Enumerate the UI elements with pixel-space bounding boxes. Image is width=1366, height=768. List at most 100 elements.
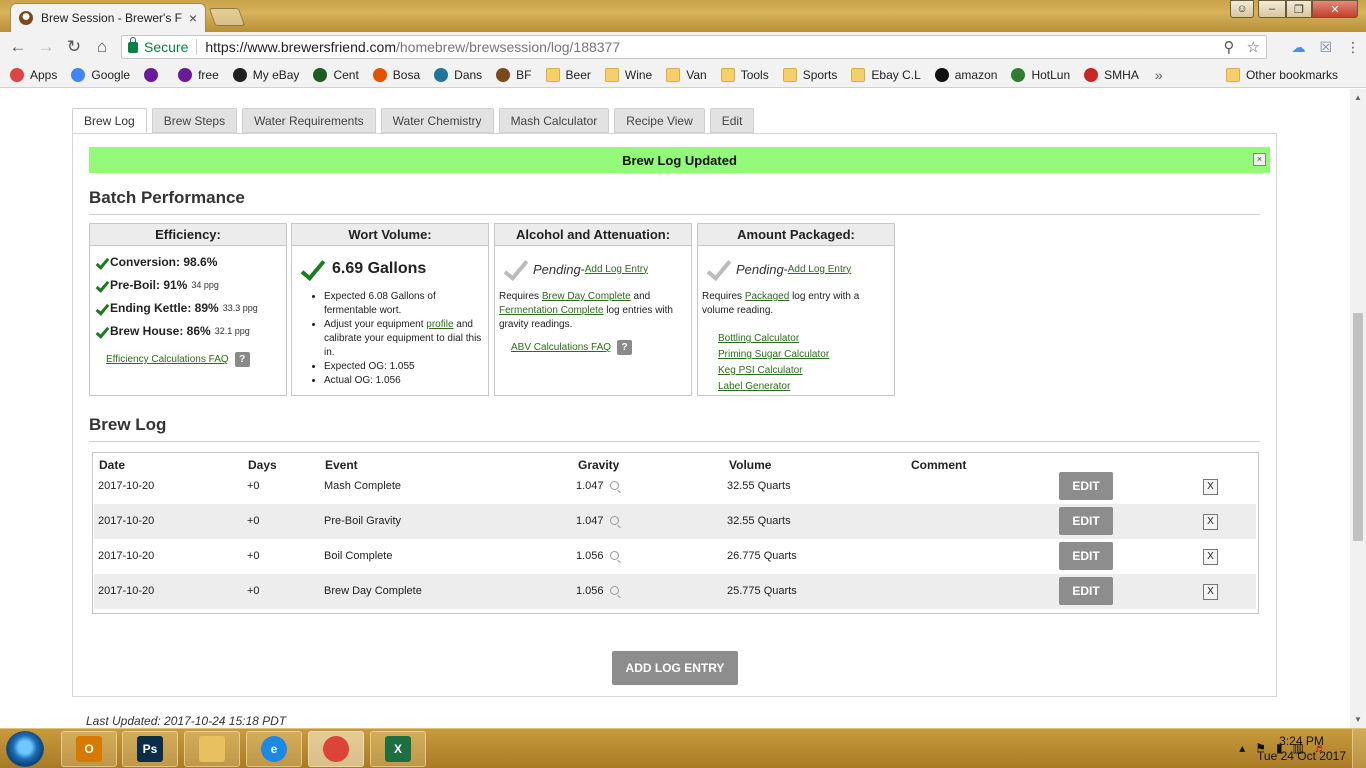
efficiency-value: Brew House: 86%	[110, 324, 211, 338]
bookmark-apps[interactable]: Apps	[10, 67, 57, 82]
bookmark-van[interactable]: Van	[666, 67, 707, 82]
edit-button[interactable]: EDIT	[1059, 472, 1113, 500]
bookmark-my-ebay[interactable]: My eBay	[232, 67, 300, 82]
edit-button[interactable]: EDIT	[1059, 507, 1113, 535]
bookmarks-overflow-icon[interactable]: »	[1155, 67, 1163, 83]
edit-button[interactable]: EDIT	[1059, 542, 1113, 570]
forward-icon[interactable]: →	[32, 33, 60, 61]
equipment-profile-link[interactable]: profile	[426, 319, 453, 330]
folder-icon	[545, 67, 560, 82]
close-tab-icon[interactable]: ×	[189, 10, 197, 26]
taskbar-explorer[interactable]	[184, 731, 240, 767]
scroll-up-icon[interactable]: ▲	[1354, 93, 1362, 102]
new-tab-button[interactable]	[208, 8, 246, 26]
extension-icon[interactable]: ☒	[1319, 39, 1332, 56]
menu-icon[interactable]: ⋮	[1346, 39, 1360, 56]
keg-psi-calculator-link[interactable]: Keg PSI Calculator	[718, 365, 803, 376]
bottling-calculator-link[interactable]: Bottling Calculator	[718, 333, 799, 344]
label-generator-link[interactable]: Label Generator	[718, 381, 790, 392]
address-bar[interactable]: Secure https://www.brewersfriend.com/hom…	[121, 35, 1267, 59]
reload-icon[interactable]: ↻	[60, 33, 88, 61]
page-scrollbar[interactable]: ▲ ▼	[1350, 89, 1366, 728]
bookmark-smha[interactable]: SMHA	[1084, 67, 1139, 82]
add-log-entry-link[interactable]: Add Log Entry	[788, 264, 851, 275]
delete-button[interactable]: X	[1203, 479, 1218, 495]
tab-water-chemistry[interactable]: Water Chemistry	[380, 108, 494, 133]
magnify-icon[interactable]	[610, 481, 619, 490]
bookmark-icon-2[interactable]	[144, 67, 164, 82]
home-icon[interactable]: ⌂	[88, 33, 116, 61]
other-bookmarks[interactable]: Other bookmarks	[1225, 67, 1338, 82]
taskbar-outlook[interactable]: O	[61, 731, 117, 767]
bookmark-wine[interactable]: Wine	[604, 67, 652, 82]
amazon-icon	[934, 67, 949, 82]
bookmark-label: My eBay	[252, 67, 300, 82]
bookmark-label: Beer	[565, 67, 591, 82]
magnify-icon[interactable]	[610, 586, 619, 595]
page-content: Brew Log Brew Steps Water Requirements Wate…	[0, 89, 1350, 728]
taskbar-clock[interactable]: 3:24 PM Tue 24 Oct 2017	[1257, 734, 1346, 764]
show-desktop-button[interactable]	[1352, 729, 1366, 768]
bookmark-google[interactable]: Google	[71, 67, 130, 82]
bookmark-star-icon[interactable]: ☆	[1247, 38, 1260, 56]
bookmark-amazon[interactable]: amazon	[934, 67, 997, 82]
delete-button[interactable]: X	[1203, 549, 1218, 565]
priming-sugar-calculator-link[interactable]: Priming Sugar Calculator	[718, 349, 829, 360]
maximize-button[interactable]: ❐	[1286, 0, 1312, 18]
tab-brew-steps[interactable]: Brew Steps	[151, 108, 238, 133]
minimize-button[interactable]: –	[1258, 0, 1286, 18]
taskbar-photoshop[interactable]: Ps	[122, 731, 178, 767]
zoom-icon[interactable]: ⚲	[1224, 38, 1235, 56]
tab-mash-calculator[interactable]: Mash Calculator	[498, 108, 610, 133]
hl-icon	[1011, 67, 1026, 82]
help-icon[interactable]: ?	[617, 340, 633, 355]
bookmark-bosa[interactable]: Bosa	[372, 67, 420, 82]
bookmark-dans[interactable]: Dans	[434, 67, 482, 82]
cell-volume: 26.775 Quarts	[727, 550, 797, 562]
add-log-entry-link[interactable]: Add Log Entry	[585, 264, 648, 275]
bookmark-sports[interactable]: Sports	[782, 67, 837, 82]
delete-button[interactable]: X	[1203, 514, 1218, 530]
efficiency-faq-link[interactable]: Efficiency Calculations FAQ	[106, 354, 229, 365]
efficiency-card-title: Efficiency:	[90, 224, 286, 246]
magnify-icon[interactable]	[610, 516, 619, 525]
start-button[interactable]	[6, 731, 44, 767]
edit-button[interactable]: EDIT	[1059, 577, 1113, 605]
profile-icon[interactable]: ☺	[1230, 0, 1254, 18]
fermentation-complete-link[interactable]: Fermentation Complete	[499, 305, 604, 316]
bookmark-tools[interactable]: Tools	[720, 67, 769, 82]
bookmark-label: HotLun	[1031, 67, 1071, 82]
back-icon[interactable]: ←	[4, 33, 32, 61]
brew-day-complete-link[interactable]: Brew Day Complete	[542, 291, 631, 302]
bookmark-beer[interactable]: Beer	[545, 67, 591, 82]
taskbar-excel[interactable]: X	[370, 731, 426, 767]
tab-brew-log[interactable]: Brew Log	[72, 108, 147, 133]
tab-water-requirements[interactable]: Water Requirements	[242, 108, 376, 133]
bookmark-hotlun[interactable]: HotLun	[1011, 67, 1071, 82]
abv-faq-link[interactable]: ABV Calculations FAQ	[511, 342, 611, 353]
packaged-link[interactable]: Packaged	[745, 291, 789, 302]
tab-recipe-view[interactable]: Recipe View	[614, 108, 705, 133]
bookmark-free[interactable]: free	[178, 67, 219, 82]
brew-session-tabs: Brew Log Brew Steps Water Requirements Wate…	[72, 108, 755, 133]
cell-volume: 25.775 Quarts	[727, 585, 797, 597]
scroll-down-icon[interactable]: ▼	[1354, 715, 1362, 724]
bookmark-ebay-c-l[interactable]: Ebay C.L	[851, 67, 921, 82]
help-icon[interactable]: ?	[234, 352, 250, 367]
delete-button[interactable]: X	[1203, 584, 1218, 600]
taskbar-internet-explorer[interactable]: e	[246, 731, 302, 767]
browser-tab[interactable]: Brew Session - Brewer's F ×	[10, 3, 206, 32]
bookmark-bf[interactable]: BF	[496, 67, 532, 82]
taskbar-chrome[interactable]	[308, 731, 364, 767]
last-updated-text: Last Updated: 2017-10-24 15:18 PDT	[86, 714, 287, 728]
photoshop-icon: Ps	[137, 736, 163, 762]
add-log-entry-button[interactable]: ADD LOG ENTRY	[612, 651, 738, 685]
cloud-extension-icon[interactable]: ☁	[1291, 39, 1305, 56]
tray-expand-icon[interactable]: ▴	[1239, 741, 1245, 755]
bookmark-cent[interactable]: Cent	[313, 67, 359, 82]
close-window-button[interactable]: ✕	[1312, 0, 1358, 18]
tab-edit[interactable]: Edit	[709, 108, 755, 133]
scroll-thumb[interactable]	[1353, 313, 1363, 541]
magnify-icon[interactable]	[610, 551, 619, 560]
close-alert-icon[interactable]: ×	[1253, 153, 1266, 166]
